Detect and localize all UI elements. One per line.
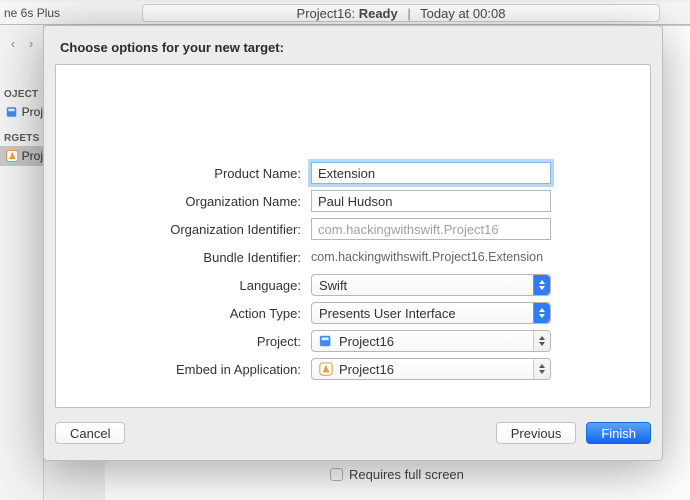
language-select[interactable]: Swift <box>311 274 551 296</box>
requires-full-screen-checkbox[interactable] <box>330 468 343 481</box>
nav-forward-button[interactable]: › <box>23 34 39 52</box>
label-project: Project: <box>56 334 311 349</box>
stepper-icon <box>533 359 550 379</box>
action-type-select-value: Presents User Interface <box>319 306 456 321</box>
requires-full-screen-label: Requires full screen <box>349 467 464 482</box>
nav-project-item[interactable]: Proj <box>0 102 43 122</box>
label-organization-name: Organization Name: <box>56 194 311 209</box>
cancel-button[interactable]: Cancel <box>55 422 125 444</box>
previous-button[interactable]: Previous <box>496 422 577 444</box>
project-select[interactable]: Project16 <box>311 330 551 352</box>
organization-name-field[interactable] <box>311 190 551 212</box>
nav-section-project: OJECT <box>0 85 43 102</box>
app-target-icon <box>6 149 19 163</box>
chevron-right-icon: › <box>29 36 33 51</box>
status-timestamp: Today at 00:08 <box>420 6 505 21</box>
organization-identifier-field <box>311 218 551 240</box>
xcodeproj-icon <box>319 334 333 348</box>
label-organization-identifier: Organization Identifier: <box>56 222 311 237</box>
label-language: Language: <box>56 278 311 293</box>
action-type-select[interactable]: Presents User Interface <box>311 302 551 324</box>
xcodeproj-icon <box>6 105 19 119</box>
stepper-icon <box>533 275 550 295</box>
embed-select[interactable]: Project16 <box>311 358 551 380</box>
sheet-title: Choose options for your new target: <box>60 40 284 55</box>
bundle-identifier-value: com.hackingwithswift.Project16.Extension <box>311 246 551 264</box>
label-product-name: Product Name: <box>56 166 311 181</box>
label-action-type: Action Type: <box>56 306 311 321</box>
navigator-sidebar: OJECT Proj RGETS Proj <box>0 25 44 500</box>
product-name-field[interactable] <box>311 162 551 184</box>
nav-section-targets: RGETS <box>0 129 43 146</box>
embed-select-value: Project16 <box>339 362 394 377</box>
stepper-icon <box>533 331 550 351</box>
label-bundle-identifier: Bundle Identifier: <box>56 250 311 265</box>
chevron-left-icon: ‹ <box>11 36 15 51</box>
finish-button[interactable]: Finish <box>586 422 651 444</box>
new-target-sheet: Choose options for your new target: Prod… <box>43 25 663 461</box>
language-select-value: Swift <box>319 278 347 293</box>
nav-target-item[interactable]: Proj <box>0 146 43 166</box>
status-pill: Project16: Ready | Today at 00:08 <box>142 4 660 22</box>
app-target-icon <box>319 362 333 376</box>
nav-back-button[interactable]: ‹ <box>5 34 21 52</box>
status-project: Project16 <box>297 6 352 21</box>
device-name: ne 6s Plus <box>4 6 60 20</box>
status-state: Ready <box>359 6 398 21</box>
project-select-value: Project16 <box>339 334 394 349</box>
label-embed: Embed in Application: <box>56 362 311 377</box>
stepper-icon <box>533 303 550 323</box>
requires-full-screen-row: Requires full screen <box>330 467 464 482</box>
